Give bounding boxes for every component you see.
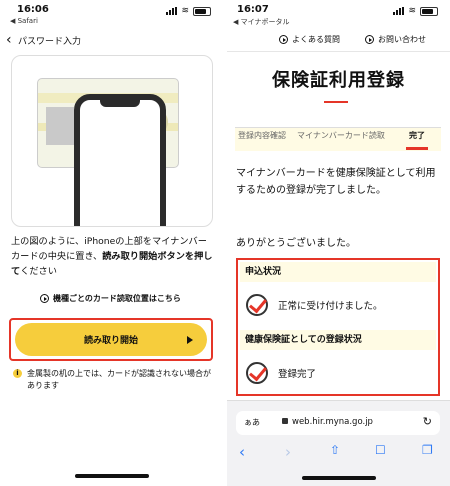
instruction-text: 上の図のように、iPhoneの上部をマイナンバーカードの中央に置き、読み取り開始…: [11, 236, 213, 277]
card-position-link[interactable]: 機種ごとのカード読取位置はこちら: [40, 293, 181, 304]
signal-icon: [166, 7, 178, 15]
status-icons: ≋: [393, 6, 438, 16]
signal-icon: [393, 7, 405, 15]
check-icon: [246, 362, 268, 384]
faq-link[interactable]: よくある質問: [279, 34, 340, 45]
iphone-image: [74, 94, 166, 226]
back-chevron-icon[interactable]: ‹: [6, 32, 12, 48]
browser-bottom-bar: ぁあ web.hir.myna.go.jp ↻ ‹ › ⇧ ☐ ❐: [227, 400, 450, 486]
status-time: 16:06: [17, 4, 49, 15]
status-bar: 16:07 ◀ マイナポータル ≋: [227, 0, 450, 28]
check-icon: [246, 294, 268, 316]
address-bar[interactable]: ぁあ web.hir.myna.go.jp ↻: [236, 411, 440, 435]
status-icons: ≋: [166, 6, 211, 16]
lock-icon: [282, 418, 288, 424]
play-icon: [279, 35, 288, 44]
back-to-app-link[interactable]: ◀ Safari: [10, 17, 38, 25]
battery-icon: [193, 6, 211, 16]
status-time: 16:07: [237, 4, 269, 15]
info-icon: i: [13, 369, 22, 378]
completion-message: マイナンバーカードを健康保険証として利用するための登録が完了しました。: [236, 168, 436, 196]
status-bar: 16:06 ◀ Safari ≋: [0, 0, 223, 28]
title-underline: [324, 101, 348, 103]
battery-icon: [420, 6, 438, 16]
registration-status-row: 登録完了: [242, 358, 434, 388]
share-icon[interactable]: ⇧: [330, 443, 340, 457]
card-reading-illustration: [11, 55, 213, 227]
nav-bar: ‹ パスワード入力: [0, 32, 223, 52]
step-complete: 完了: [409, 131, 425, 140]
wifi-icon: ≋: [408, 6, 416, 16]
thanks-message: ありがとうございました。: [236, 238, 356, 249]
home-indicator: [74, 474, 149, 478]
portal-top-links: よくある質問 お問い合わせ: [227, 28, 450, 52]
right-screen: 16:07 ◀ マイナポータル ≋ よくある質問 お問い合わせ 保険証利用登録 …: [227, 0, 450, 486]
page-title: 保険証利用登録: [272, 70, 405, 91]
back-icon[interactable]: ‹: [239, 443, 245, 461]
browser-toolbar: ‹ › ⇧ ☐ ❐: [227, 443, 450, 463]
wifi-icon: ≋: [181, 6, 189, 16]
active-step-underline: [406, 147, 428, 150]
back-button[interactable]: パスワード入力: [18, 34, 81, 47]
step-confirm: 登録内容確認: [238, 131, 286, 140]
application-status-heading: 申込状況: [240, 262, 436, 282]
url-text: web.hir.myna.go.jp: [292, 417, 373, 427]
left-screen: 16:06 ◀ Safari ≋ ‹ パスワード入力 上の図のように、iPhon…: [0, 0, 223, 486]
step-card-read: マイナンバーカード読取: [297, 131, 385, 140]
arrow-right-icon: [187, 336, 193, 344]
metal-desk-warning: i 金属製の机の上では、カードが認識されない場合があります: [13, 368, 213, 392]
reader-settings-button[interactable]: ぁあ: [244, 417, 260, 428]
start-button-highlight: 読み取り開始: [9, 318, 213, 361]
bookmarks-icon[interactable]: ☐: [375, 443, 386, 457]
forward-icon[interactable]: ›: [285, 443, 291, 461]
reload-icon[interactable]: ↻: [423, 415, 432, 428]
registration-status-heading: 健康保険証としての登録状況: [240, 330, 436, 350]
back-to-app-link[interactable]: ◀ マイナポータル: [233, 17, 289, 27]
play-icon: [40, 294, 49, 303]
application-status-row: 正常に受け付けました。: [242, 290, 434, 320]
home-indicator: [301, 476, 376, 480]
tabs-icon[interactable]: ❐: [422, 443, 433, 457]
play-icon: [365, 35, 374, 44]
status-box: 申込状況 正常に受け付けました。 健康保険証としての登録状況 登録完了: [236, 258, 440, 396]
step-indicator: 登録内容確認 マイナンバーカード読取 完了: [235, 127, 441, 151]
start-reading-button[interactable]: 読み取り開始: [15, 323, 207, 356]
contact-link[interactable]: お問い合わせ: [365, 34, 426, 45]
